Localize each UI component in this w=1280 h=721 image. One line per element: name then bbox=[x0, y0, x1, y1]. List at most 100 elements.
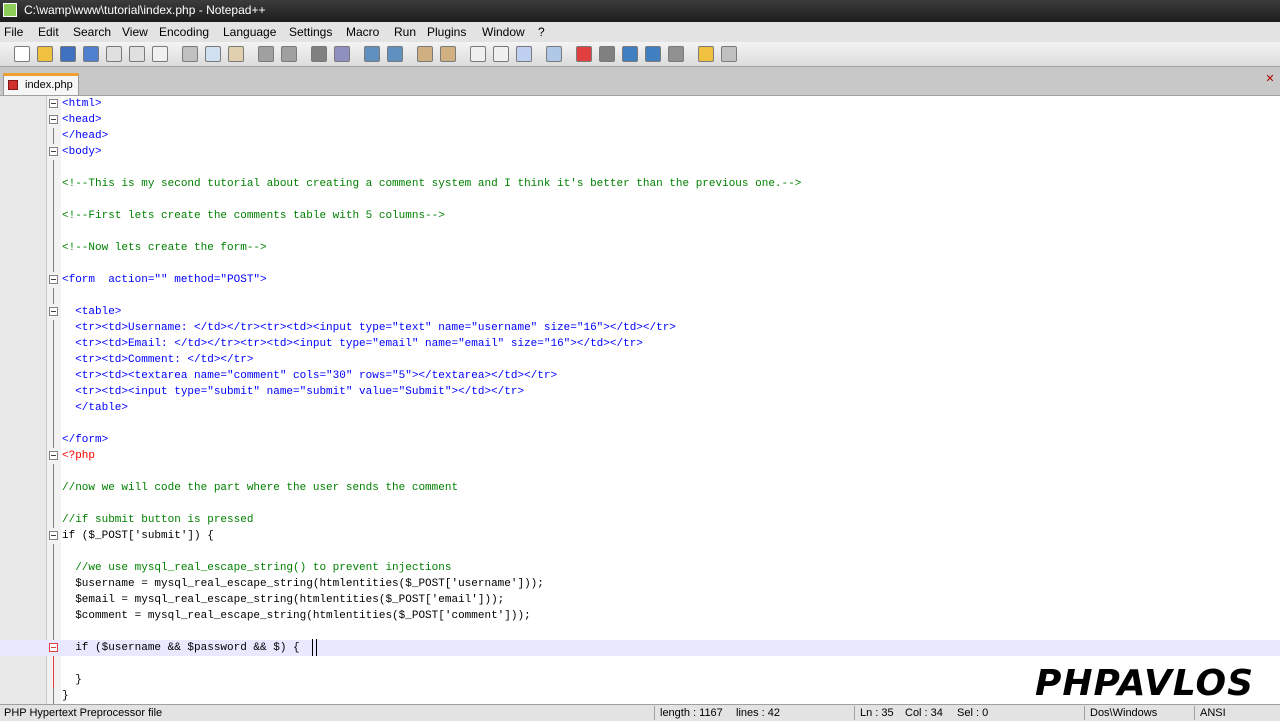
word-wrap-icon[interactable] bbox=[470, 46, 486, 62]
sync-vertical-icon[interactable] bbox=[417, 46, 433, 62]
print-icon[interactable] bbox=[152, 46, 168, 62]
tab-label: index.php bbox=[25, 79, 73, 91]
replace-icon[interactable] bbox=[334, 46, 350, 62]
code-line: //now we will code the part where the us… bbox=[0, 480, 1280, 496]
indent-guide-icon[interactable] bbox=[516, 46, 532, 62]
play-macro-icon[interactable] bbox=[622, 46, 638, 62]
menu-help[interactable]: ? bbox=[538, 25, 545, 39]
window-title: C:\wamp\www\tutorial\index.php - Notepad… bbox=[24, 3, 266, 17]
save-icon[interactable] bbox=[60, 46, 76, 62]
status-bar: PHP Hypertext Preprocessor file length :… bbox=[0, 704, 1280, 721]
menu-macro[interactable]: Macro bbox=[346, 25, 379, 39]
status-column: Col : 34 bbox=[905, 707, 943, 719]
code-line: $email = mysql_real_escape_string(htmlen… bbox=[0, 592, 1280, 608]
menu-file[interactable]: File bbox=[4, 25, 23, 39]
fold-toggle-icon[interactable] bbox=[49, 99, 58, 108]
code-line: <form action="" method="POST"> bbox=[0, 272, 1280, 288]
code-line bbox=[0, 624, 1280, 640]
code-line: //if submit button is pressed bbox=[0, 512, 1280, 528]
code-line bbox=[0, 224, 1280, 240]
code-line: <?php bbox=[0, 448, 1280, 464]
menu-encoding[interactable]: Encoding bbox=[159, 25, 209, 39]
status-selection: Sel : 0 bbox=[957, 707, 989, 719]
fold-toggle-icon[interactable] bbox=[49, 451, 58, 460]
code-line bbox=[0, 416, 1280, 432]
code-line bbox=[0, 464, 1280, 480]
code-line: $comment = mysql_real_escape_string(html… bbox=[0, 608, 1280, 624]
code-editor[interactable]: <html> <head> </head> <body> <!--This is… bbox=[0, 96, 1280, 704]
redo-icon[interactable] bbox=[281, 46, 297, 62]
udl-icon[interactable] bbox=[546, 46, 562, 62]
code-line: </head> bbox=[0, 128, 1280, 144]
code-line: <tr><td><input type="submit" name="submi… bbox=[0, 384, 1280, 400]
code-line bbox=[0, 256, 1280, 272]
code-line bbox=[0, 544, 1280, 560]
menu-language[interactable]: Language bbox=[223, 25, 276, 39]
code-line: <tr><td>Email: </td></tr><tr><td><input … bbox=[0, 336, 1280, 352]
open-file-icon[interactable] bbox=[37, 46, 53, 62]
status-encoding: ANSI bbox=[1200, 707, 1226, 719]
status-file-type: PHP Hypertext Preprocessor file bbox=[4, 707, 163, 719]
code-line: </form> bbox=[0, 432, 1280, 448]
code-line: <tr><td><textarea name="comment" cols="3… bbox=[0, 368, 1280, 384]
save-macro-icon[interactable] bbox=[668, 46, 684, 62]
sync-horizontal-icon[interactable] bbox=[440, 46, 456, 62]
menu-window[interactable]: Window bbox=[482, 25, 525, 39]
stop-macro-icon[interactable] bbox=[599, 46, 615, 62]
menu-run[interactable]: Run bbox=[394, 25, 416, 39]
unsaved-icon bbox=[8, 80, 18, 90]
fold-toggle-icon[interactable] bbox=[49, 275, 58, 284]
record-macro-icon[interactable] bbox=[576, 46, 592, 62]
code-line: //we use mysql_real_escape_string() to p… bbox=[0, 560, 1280, 576]
mouse-ibeam-cursor-icon bbox=[312, 639, 317, 656]
find-icon[interactable] bbox=[311, 46, 327, 62]
code-line bbox=[0, 192, 1280, 208]
show-all-chars-icon[interactable] bbox=[493, 46, 509, 62]
code-line: if ($_POST['submit']) { bbox=[0, 528, 1280, 544]
menu-settings[interactable]: Settings bbox=[289, 25, 332, 39]
menu-plugins[interactable]: Plugins bbox=[427, 25, 466, 39]
status-eol: Dos\Windows bbox=[1090, 707, 1158, 719]
folder-icon[interactable] bbox=[698, 46, 714, 62]
code-line: <!--Now lets create the form--> bbox=[0, 240, 1280, 256]
copy-icon[interactable] bbox=[205, 46, 221, 62]
code-line: $username = mysql_real_escape_string(htm… bbox=[0, 576, 1280, 592]
close-tab-icon[interactable]: ✕ bbox=[1264, 73, 1276, 85]
close-icon[interactable] bbox=[106, 46, 122, 62]
code-line bbox=[0, 160, 1280, 176]
undo-icon[interactable] bbox=[258, 46, 274, 62]
menu-bar: File Edit Search View Encoding Language … bbox=[0, 22, 1280, 42]
code-line: </table> bbox=[0, 400, 1280, 416]
status-lines: lines : 42 bbox=[736, 707, 781, 719]
status-length: length : 1167 bbox=[660, 707, 723, 719]
zoom-out-icon[interactable] bbox=[387, 46, 403, 62]
code-line bbox=[0, 496, 1280, 512]
channel-watermark: PHPAVLOS bbox=[1035, 663, 1255, 704]
new-file-icon[interactable] bbox=[14, 46, 30, 62]
menu-edit[interactable]: Edit bbox=[38, 25, 59, 39]
paste-icon[interactable] bbox=[228, 46, 244, 62]
code-lines: <html> <head> </head> <body> <!--This is… bbox=[0, 96, 1280, 704]
menu-search[interactable]: Search bbox=[73, 25, 111, 39]
title-bar: C:\wamp\www\tutorial\index.php - Notepad… bbox=[0, 0, 1280, 22]
fold-toggle-icon[interactable] bbox=[49, 531, 58, 540]
close-all-icon[interactable] bbox=[129, 46, 145, 62]
save-all-icon[interactable] bbox=[83, 46, 99, 62]
notepadpp-app-icon[interactable] bbox=[3, 3, 17, 17]
fold-toggle-icon[interactable] bbox=[49, 147, 58, 156]
fold-toggle-icon[interactable] bbox=[49, 643, 58, 652]
fold-toggle-icon[interactable] bbox=[49, 307, 58, 316]
menu-view[interactable]: View bbox=[122, 25, 148, 39]
toolbar bbox=[0, 42, 1280, 67]
zoom-in-icon[interactable] bbox=[364, 46, 380, 62]
tab-index-php[interactable]: index.php bbox=[3, 73, 79, 95]
status-line: Ln : 35 bbox=[860, 707, 894, 719]
run-macro-multiple-icon[interactable] bbox=[645, 46, 661, 62]
fold-toggle-icon[interactable] bbox=[49, 115, 58, 124]
code-line: <head> bbox=[0, 112, 1280, 128]
code-line bbox=[0, 288, 1280, 304]
code-line: <body> bbox=[0, 144, 1280, 160]
cut-icon[interactable] bbox=[182, 46, 198, 62]
spell-check-icon[interactable] bbox=[721, 46, 737, 62]
code-line: <tr><td>Username: </td></tr><tr><td><inp… bbox=[0, 320, 1280, 336]
